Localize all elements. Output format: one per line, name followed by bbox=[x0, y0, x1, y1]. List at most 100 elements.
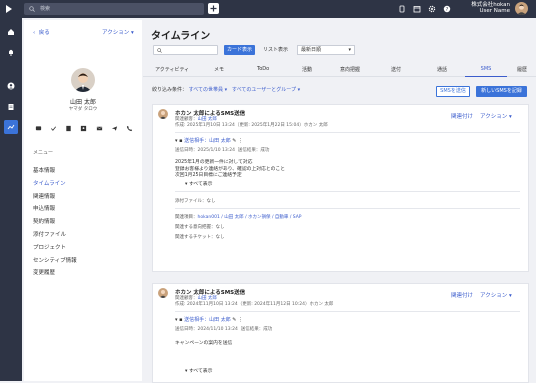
related-items-label: 関連項目： bbox=[175, 215, 198, 220]
top-bar: 検索 ? 株式会社hokan User Name bbox=[0, 0, 536, 18]
created-info: 作成: 2024年11月10日 13:24（更新: 2024年11月12日 10… bbox=[175, 302, 334, 307]
help-icon[interactable]: ? bbox=[443, 5, 451, 13]
filter-users-label: すべてのユーザーとグループ bbox=[231, 87, 297, 93]
tab-history[interactable]: 履歴 bbox=[517, 66, 527, 73]
tab-activity[interactable]: アクティビティ bbox=[155, 66, 189, 73]
result-label: 送信結果： bbox=[237, 148, 261, 153]
menu-item-attachments[interactable]: 添付ファイル bbox=[33, 230, 77, 243]
back-link[interactable]: ‹ 戻る bbox=[33, 28, 50, 36]
sms-card: ホカン 太郎によるSMS送信 関連顧客：山田 太郎 作成: 2024年11月10… bbox=[152, 283, 529, 383]
menu-item-basic[interactable]: 基本情報 bbox=[33, 166, 77, 179]
show-all-label: すべて表示 bbox=[188, 182, 213, 187]
sms-bubble-icon: ▪ bbox=[179, 138, 183, 144]
menu-item-timeline[interactable]: タイムライン bbox=[33, 179, 77, 192]
menu-item-related[interactable]: 関連情報 bbox=[33, 192, 77, 205]
recipient-row: ▾ ▪ 送信相手：山田 太郎 ✎ ⋮ bbox=[175, 317, 244, 323]
timeline-tabs: アクティビティ メモ ToDo 活動 意向把握 送付 通話 SMS 履歴 bbox=[143, 63, 536, 77]
message-icon[interactable] bbox=[34, 124, 42, 132]
show-all-button[interactable]: ▾ すべて表示 bbox=[185, 180, 212, 187]
link-button[interactable]: 関連付け bbox=[451, 291, 473, 299]
memo-icon[interactable] bbox=[65, 124, 73, 132]
card-actions-label: アクション bbox=[480, 293, 508, 299]
svg-text:?: ? bbox=[446, 7, 449, 13]
contact-card-icon[interactable] bbox=[80, 124, 88, 132]
menu-item-contracts[interactable]: 契約情報 bbox=[33, 217, 77, 230]
timeline-search-input[interactable] bbox=[153, 45, 218, 55]
menu-item-projects[interactable]: プロジェクト bbox=[33, 243, 77, 256]
user-info[interactable]: 株式会社hokan User Name bbox=[471, 2, 510, 14]
body-line: キャンペーンの案内を送信 bbox=[175, 341, 233, 346]
chart-line-icon bbox=[7, 124, 15, 130]
nav-customers[interactable] bbox=[4, 79, 18, 93]
sort-select[interactable]: 最新日順 ▾ bbox=[297, 45, 355, 55]
new-sms-button[interactable]: 新しいSMSを記録 bbox=[476, 86, 527, 97]
recipient-link[interactable]: 山田 太郎 bbox=[209, 138, 231, 144]
mail-icon[interactable] bbox=[95, 124, 103, 132]
recipient-link[interactable]: 山田 太郎 bbox=[209, 317, 231, 323]
attachments: 添付ファイル：なし bbox=[175, 199, 216, 204]
recipient-label: 送信相手： bbox=[184, 138, 210, 144]
home-icon bbox=[8, 29, 14, 35]
tab-sms[interactable]: SMS bbox=[465, 66, 507, 77]
card-actions-dropdown[interactable]: アクション ▾ bbox=[480, 291, 512, 299]
global-search-input[interactable]: 検索 bbox=[24, 3, 204, 15]
tab-intent[interactable]: 意向把握 bbox=[340, 66, 360, 73]
phone-call-icon[interactable] bbox=[126, 124, 134, 132]
send-icon[interactable] bbox=[111, 124, 119, 132]
person-icon bbox=[7, 82, 15, 90]
related-items-links[interactable]: hokan001 / 山田 太郎 / ホカン損保 / 自動車 / SAP bbox=[198, 215, 302, 220]
sort-value: 最新日順 bbox=[301, 47, 322, 53]
menu-item-sensitive[interactable]: センシティブ情報 bbox=[33, 256, 77, 269]
search-icon bbox=[157, 48, 162, 53]
document-icon bbox=[8, 104, 14, 110]
more-icon[interactable]: ⋮ bbox=[238, 138, 243, 144]
tab-todo[interactable]: ToDo bbox=[257, 66, 269, 72]
app-logo-icon[interactable] bbox=[3, 3, 15, 15]
nav-timeline-active[interactable] bbox=[4, 120, 18, 134]
menu-item-applications[interactable]: 申込情報 bbox=[33, 204, 77, 217]
edit-icon[interactable]: ✎ bbox=[232, 317, 236, 323]
phone-icon[interactable] bbox=[398, 5, 406, 13]
created-info: 作成: 2025年1月10日 13:24（更新: 2025年1月22日 15:0… bbox=[175, 123, 328, 128]
body-line: 次回1月25日目標にご連絡予定 bbox=[175, 173, 242, 178]
left-nav bbox=[0, 18, 22, 381]
tab-call[interactable]: 通話 bbox=[437, 66, 447, 73]
message-body: キャンペーンの案内を送信 bbox=[175, 341, 232, 348]
filter-members[interactable]: すべての世帯員 ▾ bbox=[189, 87, 228, 93]
edit-icon[interactable]: ✎ bbox=[232, 138, 236, 144]
gear-icon[interactable] bbox=[428, 5, 436, 13]
more-icon[interactable]: ⋮ bbox=[238, 317, 243, 323]
check-icon[interactable] bbox=[49, 124, 57, 132]
quick-actions bbox=[34, 124, 134, 134]
link-button[interactable]: 関連付け bbox=[451, 112, 473, 120]
tab-memo[interactable]: メモ bbox=[214, 66, 224, 73]
list-view-button[interactable]: リスト表示 bbox=[260, 45, 291, 55]
tab-send[interactable]: 送付 bbox=[391, 66, 401, 73]
customer-name: 山田 太郎 bbox=[70, 99, 96, 106]
author-avatar bbox=[158, 109, 168, 119]
add-button[interactable] bbox=[208, 3, 219, 14]
show-all-button[interactable]: ▾ すべて表示 bbox=[185, 367, 212, 374]
calendar-icon[interactable] bbox=[413, 5, 421, 13]
tab-activities[interactable]: 活動 bbox=[302, 66, 312, 73]
nav-documents[interactable] bbox=[4, 100, 18, 114]
filter-users[interactable]: すべてのユーザーとグループ ▾ bbox=[232, 87, 300, 93]
related-intent: 関連する意向把握：なし bbox=[175, 225, 225, 230]
user-avatar[interactable] bbox=[515, 2, 528, 15]
nav-notifications[interactable] bbox=[4, 45, 18, 59]
customer-kana: ヤマダ タロウ bbox=[68, 107, 98, 112]
card-actions-label: アクション bbox=[480, 114, 508, 120]
nav-home[interactable] bbox=[4, 25, 18, 39]
chevron-down-icon: ▾ bbox=[348, 47, 351, 53]
send-sms-button[interactable]: SMSを送信 bbox=[436, 86, 470, 97]
card-view-button[interactable]: カード表示 bbox=[224, 45, 256, 55]
related-ticket: 関連するチケット：なし bbox=[175, 235, 225, 240]
sidebar-actions-dropdown[interactable]: アクション ▾ bbox=[102, 28, 134, 36]
sent-info: 送信日時：2024/11/10 13:24 送信結果：成功 bbox=[175, 326, 272, 332]
menu-item-history[interactable]: 変更履歴 bbox=[33, 268, 77, 281]
card-actions-dropdown[interactable]: アクション ▾ bbox=[480, 112, 512, 120]
sent-value: 2024/11/10 13:24 bbox=[197, 327, 238, 332]
user-name: User Name bbox=[479, 8, 510, 14]
sidebar-menu: 基本情報 タイムライン 関連情報 申込情報 契約情報 添付ファイル プロジェクト… bbox=[33, 166, 77, 281]
search-icon bbox=[29, 6, 35, 12]
